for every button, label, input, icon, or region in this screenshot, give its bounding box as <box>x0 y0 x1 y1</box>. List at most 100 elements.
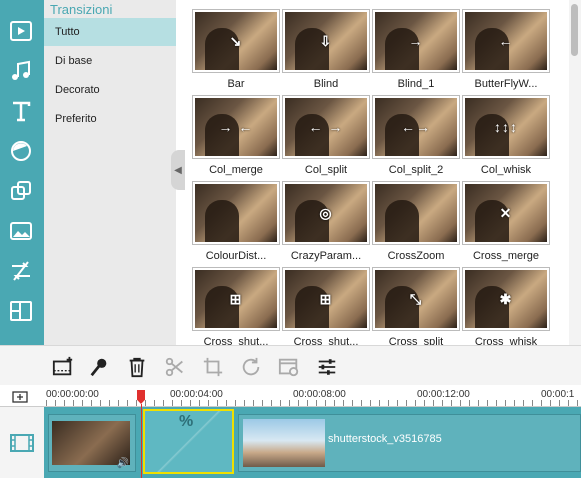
transition-label: Blind <box>313 78 339 90</box>
transition-tile[interactable]: ↘ Bar <box>191 10 281 90</box>
transition-tile[interactable]: → Blind_1 <box>371 10 461 90</box>
ruler-timecode: 00:00:00:00 <box>46 389 99 400</box>
text-icon[interactable] <box>6 96 36 126</box>
transition-tile[interactable]: ← ButterFlyW... <box>461 10 551 90</box>
transition-tile[interactable]: ColourDist... <box>191 182 281 262</box>
transition-label: Bar <box>227 78 245 90</box>
transition-glyph: ⇩ <box>319 32 333 49</box>
transition-thumbnail: ⊞ <box>193 268 279 330</box>
transition-thumbnail: ⇩ <box>283 10 369 72</box>
category-preferito[interactable]: Preferito <box>44 105 176 133</box>
grid-scrollbar[interactable] <box>569 0 581 345</box>
chevron-left-icon: ◀ <box>174 164 182 176</box>
transition-clip[interactable]: % <box>143 409 234 474</box>
video-clip[interactable]: shutterstock_v3516785 <box>238 414 581 472</box>
transition-label: Cross_merge <box>472 250 540 262</box>
transition-clip-icon: % <box>179 413 194 430</box>
transition-tile[interactable]: ↕↕↕ Col_whisk <box>461 96 551 176</box>
transition-tile[interactable]: ⇩ Blind <box>281 10 371 90</box>
transition-thumbnail: ↕↕↕ <box>463 96 549 158</box>
transition-thumbnail: ← <box>463 10 549 72</box>
cut-icon[interactable] <box>162 354 188 380</box>
transition-thumbnail: ← → <box>283 96 369 158</box>
transition-label: ColourDist... <box>205 250 267 262</box>
transition-glyph: ✱ <box>499 290 513 307</box>
transition-label: Col_split <box>304 164 348 176</box>
element-icon[interactable] <box>6 216 36 246</box>
ruler-timecode: 00:00:1 <box>541 389 575 400</box>
transition-icon[interactable] <box>6 256 36 286</box>
video-track-header <box>0 407 44 478</box>
media-icon[interactable] <box>6 16 36 46</box>
collapse-panel-button[interactable]: ◀ <box>171 150 185 190</box>
ruler-timecode: 00:00:04:00 <box>170 389 223 400</box>
speaker-icon[interactable]: 🔊 <box>117 458 129 469</box>
transition-tile[interactable]: ✕ Cross_merge <box>461 182 551 262</box>
transition-glyph: ← <box>498 33 514 49</box>
transition-glyph <box>195 184 277 242</box>
settings-icon[interactable] <box>314 354 340 380</box>
transition-tile[interactable]: ✱ Cross_whisk <box>461 268 551 345</box>
rotate-icon[interactable] <box>238 354 264 380</box>
transition-glyph: ← → <box>308 119 344 135</box>
category-decorato[interactable]: Decorato <box>44 76 176 104</box>
transition-thumbnail <box>373 182 459 244</box>
transition-glyph: ⊞ <box>229 290 243 307</box>
transition-tile[interactable]: → ← Col_merge <box>191 96 281 176</box>
transition-category-panel: Transizioni Tutto Di base Decorato Prefe… <box>44 0 176 345</box>
transition-thumbnail: ↘ <box>193 10 279 72</box>
transition-label: Col_whisk <box>480 164 532 176</box>
transition-thumbnail: → <box>373 10 459 72</box>
transition-tile[interactable]: ⊞ Cross_shut... <box>191 268 281 345</box>
transition-tile[interactable]: ⤡ Cross_split <box>371 268 461 345</box>
transition-tile[interactable]: ←→ Col_split_2 <box>371 96 461 176</box>
transition-glyph: → <box>408 33 424 49</box>
split-screen-icon[interactable] <box>6 296 36 326</box>
transition-label: Cross_split <box>388 336 444 345</box>
category-tutto[interactable]: Tutto <box>44 18 176 46</box>
voiceover-icon[interactable] <box>86 354 112 380</box>
category-di-base[interactable]: Di base <box>44 47 176 75</box>
ruler-timecode: 00:00:12:00 <box>417 389 470 400</box>
speed-icon[interactable] <box>276 354 302 380</box>
ruler-ticks <box>46 400 581 406</box>
transition-thumbnail: ←→ <box>373 96 459 158</box>
playhead-line <box>141 404 142 478</box>
ruler-timecode: 00:00:08:00 <box>293 389 346 400</box>
add-record-icon[interactable] <box>50 354 76 380</box>
left-tool-rail <box>0 0 44 345</box>
transition-glyph: ✕ <box>499 204 513 221</box>
video-clip[interactable]: 🔊 <box>48 414 136 472</box>
clip-thumbnail <box>243 419 325 467</box>
transition-tile[interactable]: CrossZoom <box>371 182 461 262</box>
transition-tile[interactable]: ⊞ Cross_shut... <box>281 268 371 345</box>
transition-thumbnail: ✱ <box>463 268 549 330</box>
clip-name: shutterstock_v3516785 <box>328 433 442 445</box>
filter-icon[interactable] <box>6 136 36 166</box>
transition-label: CrazyParam... <box>290 250 362 262</box>
transition-thumbnail: ◎ <box>283 182 369 244</box>
add-track-icon[interactable] <box>12 391 28 403</box>
music-icon[interactable] <box>6 56 36 86</box>
timeline-ruler[interactable]: 00:00:00:00 00:00:04:00 00:00:08:00 00:0… <box>0 385 581 407</box>
transition-glyph: ↕↕↕ <box>494 119 518 135</box>
transition-label: Col_split_2 <box>388 164 444 176</box>
scrollbar-thumb[interactable] <box>571 4 578 56</box>
transition-glyph: ◎ <box>319 204 333 221</box>
transition-grid: ↘ Bar ⇩ Blind → Blind_1 ← ButterFlyW... → ← Col_m… <box>185 0 566 345</box>
transition-thumbnail <box>193 182 279 244</box>
transition-glyph: ↘ <box>229 32 243 49</box>
delete-icon[interactable] <box>124 354 150 380</box>
transition-label: Cross_shut... <box>203 336 269 345</box>
film-strip-icon <box>10 433 34 452</box>
transition-label: Col_merge <box>209 164 263 176</box>
transition-thumbnail: ⊞ <box>283 268 369 330</box>
transition-tile[interactable]: ◎ CrazyParam... <box>281 182 371 262</box>
crop-icon[interactable] <box>200 354 226 380</box>
video-editor: Transizioni Tutto Di base Decorato Prefe… <box>0 0 581 478</box>
overlay-icon[interactable] <box>6 176 36 206</box>
transition-label: CrossZoom <box>387 250 445 262</box>
transition-tile[interactable]: ← → Col_split <box>281 96 371 176</box>
transition-label: Cross_whisk <box>474 336 538 345</box>
transition-glyph: ←→ <box>401 119 431 135</box>
